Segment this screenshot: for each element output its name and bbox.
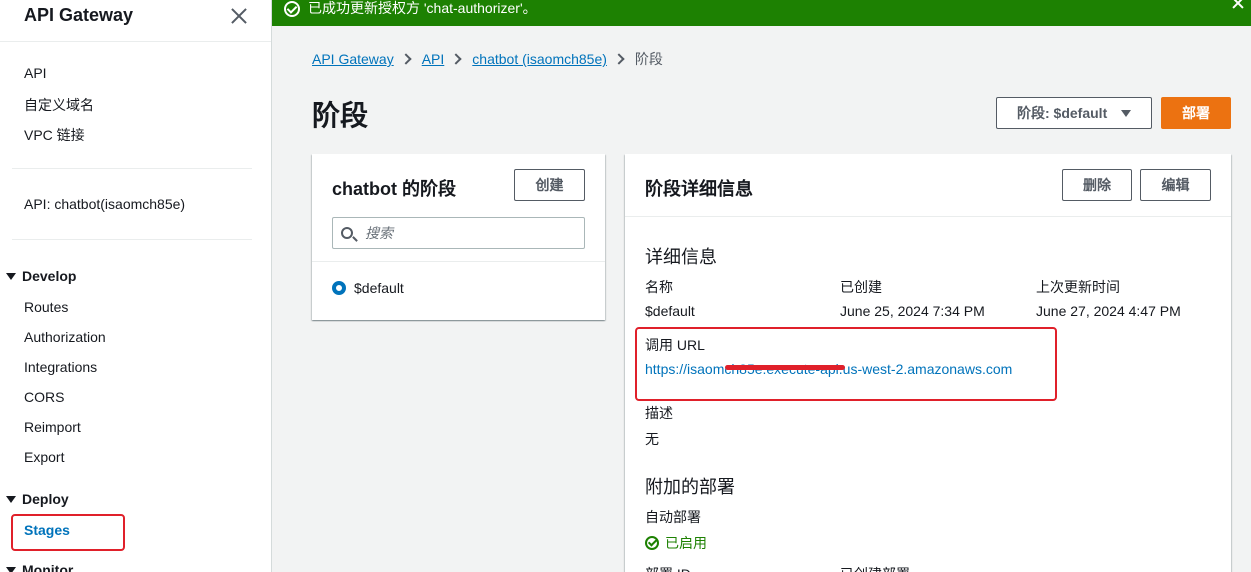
close-icon[interactable] — [1231, 0, 1245, 10]
name-label: 名称 — [645, 279, 673, 295]
auto-deploy-label: 自动部署 — [645, 509, 701, 525]
deploy-button[interactable]: 部署 — [1161, 97, 1231, 129]
sidebar-divider — [12, 239, 252, 240]
deployment-created-label: 已创建部署 — [840, 564, 910, 572]
sidebar-item-custom-domain[interactable]: 自定义域名 — [24, 95, 94, 115]
sidebar-title: API Gateway — [24, 5, 134, 25]
sidebar-section-deploy[interactable]: Deploy — [6, 491, 69, 507]
name-value: $default — [645, 303, 695, 319]
search-box[interactable] — [332, 217, 585, 249]
sidebar-item-integrations[interactable]: Integrations — [24, 359, 97, 375]
deployment-id-label: 部署 ID — [645, 564, 691, 572]
sidebar-item-export[interactable]: Export — [24, 449, 64, 465]
chevron-right-icon — [450, 53, 462, 65]
created-label: 已创建 — [840, 279, 882, 295]
stages-panel: chatbot 的阶段 创建 $default — [312, 154, 605, 320]
sidebar-item-routes[interactable]: Routes — [24, 299, 68, 315]
edit-button[interactable]: 编辑 — [1140, 169, 1211, 201]
sidebar-api-label[interactable]: API: chatbot(isaomch85e) — [24, 196, 185, 212]
flash-message: 已成功更新授权方 'chat-authorizer'。 — [308, 0, 537, 16]
description-value: 无 — [645, 431, 659, 447]
stage-select-value: 阶段: $default — [1017, 105, 1108, 121]
sidebar-divider — [12, 168, 252, 169]
breadcrumb-api-gateway[interactable]: API Gateway — [312, 51, 394, 67]
breadcrumb: API Gateway API chatbot (isaomch85e) 阶段 — [312, 49, 663, 69]
create-stage-button[interactable]: 创建 — [514, 169, 585, 201]
sidebar-section-monitor[interactable]: Monitor — [6, 562, 73, 572]
search-icon — [341, 227, 353, 239]
panel-divider — [625, 216, 1231, 217]
breadcrumb-api[interactable]: API — [422, 51, 445, 67]
sidebar-item-api[interactable]: API — [24, 65, 47, 81]
chevron-right-icon — [400, 53, 412, 65]
close-icon[interactable] — [229, 6, 249, 26]
details-panel-title: 阶段详细信息 — [645, 179, 753, 199]
stage-select[interactable]: 阶段: $default — [996, 97, 1152, 129]
sidebar-section-label: Develop — [22, 268, 77, 284]
caret-down-icon — [1121, 110, 1131, 117]
auto-deploy-value: 已启用 — [665, 535, 707, 551]
sidebar-item-reimport[interactable]: Reimport — [24, 419, 81, 435]
section-attached-title: 附加的部署 — [645, 477, 735, 497]
description-label: 描述 — [645, 405, 673, 421]
success-flashbar: 已成功更新授权方 'chat-authorizer'。 — [272, 0, 1251, 26]
updated-value: June 27, 2024 4:47 PM — [1036, 303, 1181, 319]
updated-label: 上次更新时间 — [1036, 279, 1120, 295]
chevron-right-icon — [613, 53, 625, 65]
auto-deploy-status: 已启用 — [645, 533, 707, 553]
caret-down-icon — [6, 566, 16, 572]
sidebar-section-develop[interactable]: Develop — [6, 268, 76, 284]
breadcrumb-chatbot[interactable]: chatbot (isaomch85e) — [472, 51, 607, 67]
stage-option-label: $default — [354, 280, 404, 296]
caret-down-icon — [6, 495, 16, 503]
sidebar-item-vpc-link[interactable]: VPC 链接 — [24, 125, 85, 145]
stage-option-default[interactable]: $default — [332, 280, 404, 296]
panel-divider — [312, 261, 605, 262]
breadcrumb-current: 阶段 — [634, 51, 663, 67]
stages-panel-title: chatbot 的阶段 — [332, 179, 456, 199]
created-value: June 25, 2024 7:34 PM — [840, 303, 985, 319]
annotation-box — [635, 327, 1057, 401]
section-details-title: 详细信息 — [645, 247, 717, 267]
check-circle-icon — [284, 1, 300, 17]
caret-down-icon — [6, 272, 16, 280]
check-circle-icon — [645, 536, 659, 550]
stage-details-panel: 阶段详细信息 删除 编辑 详细信息 名称 $default 已创建 June 2… — [625, 154, 1231, 572]
page-title: 阶段 — [312, 100, 369, 131]
annotation-box — [11, 514, 125, 551]
sidebar-header: API Gateway — [0, 0, 271, 42]
sidebar-section-label: Monitor — [22, 562, 74, 572]
search-input[interactable] — [365, 225, 565, 241]
sidebar-section-label: Deploy — [22, 491, 69, 507]
sidebar: API Gateway API 自定义域名 VPC 链接 API: chatbo… — [0, 0, 272, 572]
sidebar-item-cors[interactable]: CORS — [24, 389, 64, 405]
delete-button[interactable]: 删除 — [1062, 169, 1132, 201]
sidebar-item-authorization[interactable]: Authorization — [24, 329, 106, 345]
radio-selected-icon[interactable] — [332, 281, 346, 295]
